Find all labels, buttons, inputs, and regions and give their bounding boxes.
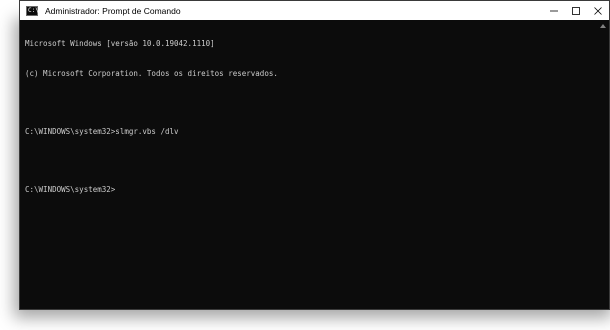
maximize-icon xyxy=(572,6,580,15)
command-prompt-window[interactable]: C:\ Administrador: Prompt de Comando Mic… xyxy=(19,0,610,310)
cmd-icon-glyph: C:\ xyxy=(28,6,39,14)
console-prompt-line: C:\WINDOWS\system32> xyxy=(25,184,116,194)
console-output[interactable]: Microsoft Windows [versão 10.0.19042.111… xyxy=(20,20,609,309)
scroll-up-arrow-icon[interactable] xyxy=(600,24,606,28)
window-title: Administrador: Prompt de Comando xyxy=(45,5,181,16)
maximize-button[interactable] xyxy=(565,1,587,20)
console-line: C:\WINDOWS\system32>slmgr.vbs /dlv xyxy=(25,126,179,136)
title-bar[interactable]: C:\ Administrador: Prompt de Comando xyxy=(20,1,609,20)
minimize-button[interactable] xyxy=(543,1,565,20)
console-line: Microsoft Windows [versão 10.0.19042.111… xyxy=(25,39,215,49)
close-icon xyxy=(594,6,602,15)
window-controls xyxy=(543,1,609,20)
close-button[interactable] xyxy=(587,1,609,20)
cmd-icon[interactable]: C:\ xyxy=(26,5,39,16)
console-line: (c) Microsoft Corporation. Todos os dire… xyxy=(25,68,278,78)
minimize-icon xyxy=(550,10,558,11)
